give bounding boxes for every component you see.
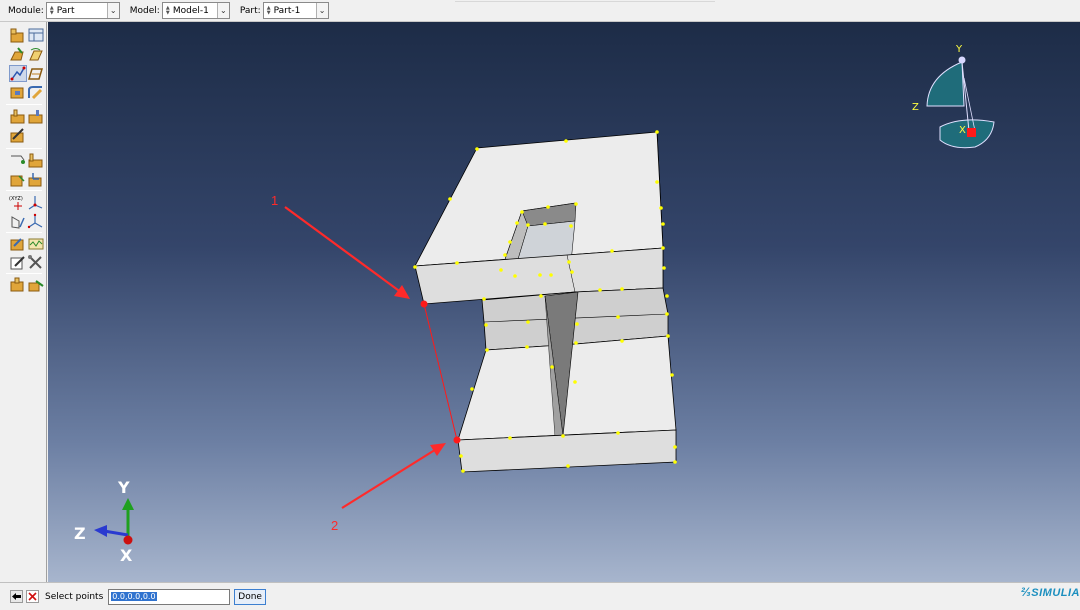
prompt-label: Select points — [45, 591, 104, 602]
done-button[interactable]: Done — [234, 588, 266, 605]
annotation-arrow-1 — [284, 206, 410, 299]
triad-y-label: Y — [117, 478, 130, 497]
simulia-mark-icon: ⅔ — [1020, 585, 1032, 599]
triad-x-label: X — [120, 546, 133, 565]
view-orientation-widget[interactable]: Y Z X — [912, 44, 995, 149]
create-wire-icon[interactable] — [9, 65, 27, 82]
model-value: Model-1 — [172, 5, 209, 16]
assembly-icon[interactable] — [27, 276, 45, 293]
reference-point-icon[interactable] — [9, 276, 27, 293]
query-icon[interactable] — [27, 235, 45, 252]
selection-line — [423, 303, 458, 441]
part-group: Part: ▲ ▼ Part-1 ⌄ — [240, 2, 329, 19]
chevron-down-icon[interactable]: ⌄ — [106, 3, 119, 18]
create-point-xyz-icon[interactable]: (XYZ) — [9, 194, 27, 211]
model-select[interactable]: ▲ ▼ Model-1 ⌄ — [161, 2, 230, 19]
model-group: Model: ▲ ▼ Model-1 ⌄ — [130, 2, 230, 19]
divider — [6, 104, 42, 105]
datum-axis-icon[interactable] — [27, 152, 45, 169]
model-label: Model: — [129, 5, 160, 16]
view-z-label: Z — [912, 102, 919, 113]
selected-point-1[interactable] — [420, 300, 428, 308]
arrow-left-icon[interactable] — [10, 590, 23, 603]
view-x-label: X — [959, 125, 966, 136]
updown-icon: ▲ ▼ — [49, 4, 54, 16]
module-group: Module: ▲ ▼ Part ⌄ — [8, 2, 120, 19]
part-geometry — [414, 131, 677, 473]
divider — [6, 232, 42, 233]
repair-tools-icon[interactable] — [27, 254, 45, 271]
create-cut-icon[interactable] — [9, 84, 27, 101]
datum-plane-icon[interactable] — [9, 171, 27, 188]
part-manager-icon[interactable] — [27, 27, 45, 44]
triad-z-label: Z — [74, 524, 86, 543]
annotation-label-2: 2 — [331, 518, 338, 533]
create-csys-icon[interactable] — [27, 213, 45, 230]
module-label: Module: — [8, 5, 44, 16]
create-part-icon[interactable] — [9, 27, 27, 44]
view-y-label: Y — [955, 44, 963, 55]
annotation-arrow-2 — [341, 443, 446, 509]
toolbox: (XYZ) — [0, 22, 47, 582]
edit-feature-icon[interactable] — [9, 127, 27, 144]
datum-point-icon[interactable] — [9, 152, 27, 169]
context-bar: Module: ▲ ▼ Part ⌄ Model: ▲ ▼ Model-1 ⌄ Pa… — [0, 0, 1080, 22]
partition-face-icon[interactable] — [9, 108, 27, 125]
brand-text: SIMULIA — [1031, 587, 1080, 599]
partition-cell-icon[interactable] — [27, 108, 45, 125]
divider — [6, 273, 42, 274]
chevron-down-icon[interactable]: ⌄ — [216, 3, 229, 18]
create-round-icon[interactable] — [27, 84, 45, 101]
updown-icon: ▲ ▼ — [266, 4, 271, 16]
part-select[interactable]: ▲ ▼ Part-1 ⌄ — [262, 2, 329, 19]
viewport[interactable]: 1 2 Y Z X Y Z X — [48, 22, 1080, 582]
annotation-label-1: 1 — [271, 193, 278, 208]
datum-csys-icon[interactable] — [27, 171, 45, 188]
sketch-icon[interactable] — [9, 235, 27, 252]
coordinate-triad: Y Z X — [74, 478, 134, 565]
create-axis-icon[interactable] — [27, 194, 45, 211]
part-canvas[interactable]: 1 2 Y Z X Y Z X — [48, 22, 1080, 582]
edit-icon[interactable] — [9, 254, 27, 271]
create-shell-icon[interactable] — [27, 65, 45, 82]
module-select[interactable]: ▲ ▼ Part ⌄ — [45, 2, 120, 19]
divider — [455, 0, 715, 2]
points-input[interactable]: 0.0,0.0,0.0 — [108, 588, 231, 605]
chevron-down-icon[interactable]: ⌄ — [315, 3, 328, 18]
create-solid-revolve-icon[interactable] — [27, 46, 45, 63]
updown-icon: ▲ ▼ — [165, 4, 170, 16]
simulia-logo: ⅔SIMULIA — [1021, 585, 1080, 599]
create-solid-extrude-icon[interactable] — [9, 46, 27, 63]
selected-point-2[interactable] — [453, 436, 461, 444]
close-icon[interactable] — [26, 590, 39, 603]
module-value: Part — [56, 5, 75, 16]
points-input-value: 0.0,0.0,0.0 — [111, 592, 157, 601]
prompt-bar: Select points 0.0,0.0,0.0 Done — [0, 582, 1080, 610]
divider — [6, 148, 42, 149]
create-plane-icon[interactable] — [9, 213, 27, 230]
part-value: Part-1 — [273, 5, 301, 16]
part-label: Part: — [239, 5, 261, 16]
divider — [6, 190, 42, 191]
svg-text:(XYZ): (XYZ) — [9, 196, 23, 202]
